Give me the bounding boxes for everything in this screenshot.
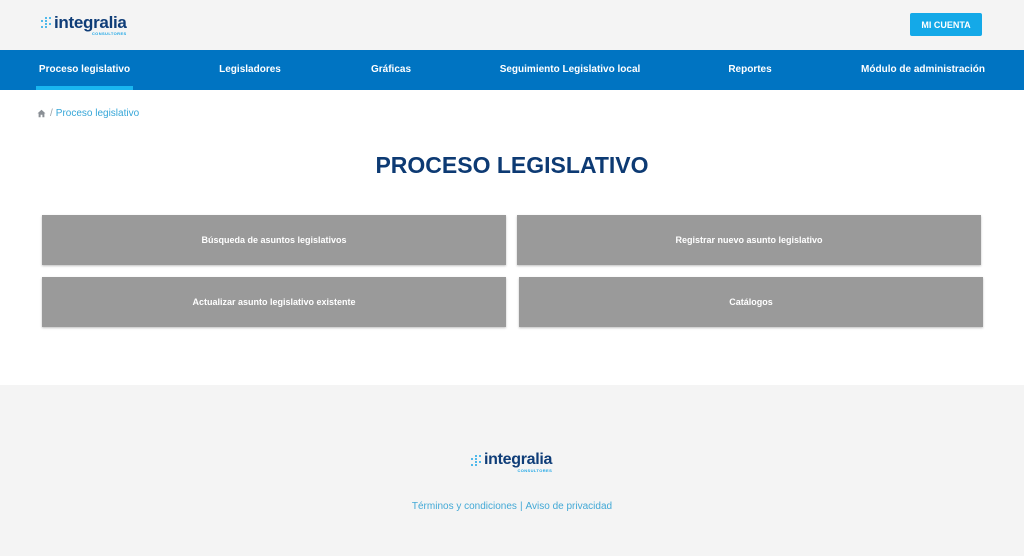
footer-logo-brand-text: integralia — [484, 451, 553, 468]
logo-brand-text: integralia — [54, 13, 127, 32]
breadcrumb-current[interactable]: Proceso legislativo — [56, 108, 139, 119]
breadcrumb-separator: / — [50, 108, 53, 119]
page-title: PROCESO LEGISLATIVO — [375, 152, 649, 178]
tile-busqueda-asuntos[interactable]: Búsqueda de asuntos legislativos — [42, 215, 506, 265]
top-bar: integralia CONSULTORES MI CUENTA — [0, 0, 1024, 50]
my-account-button[interactable]: MI CUENTA — [910, 13, 982, 36]
integralia-logo[interactable]: integralia CONSULTORES — [41, 14, 127, 36]
nav-item-reportes[interactable]: Reportes — [722, 50, 778, 90]
nav-item-modulo-administracion[interactable]: Módulo de administración — [858, 50, 988, 90]
privacy-link[interactable]: Aviso de privacidad — [526, 501, 613, 512]
footer-logo-tagline-text: CONSULTORES — [517, 468, 553, 473]
main-nav: Proceso legislativo Legisladores Gráfica… — [0, 50, 1024, 90]
nav-item-seguimiento-legislativo-local[interactable]: Seguimiento Legislativo local — [498, 50, 642, 90]
breadcrumb: / Proceso legislativo — [37, 108, 139, 119]
terms-link[interactable]: Términos y condiciones — [412, 501, 517, 512]
logo-tagline-text: CONSULTORES — [91, 31, 127, 36]
tile-actualizar-asunto[interactable]: Actualizar asunto legislativo existente — [42, 277, 506, 327]
nav-item-legisladores[interactable]: Legisladores — [212, 50, 288, 90]
footer-logo-dots-icon — [471, 455, 482, 466]
footer-integralia-logo[interactable]: integralia CONSULTORES — [471, 452, 552, 473]
footer: integralia CONSULTORES Términos y condic… — [0, 385, 1024, 556]
tile-registrar-asunto[interactable]: Registrar nuevo asunto legislativo — [517, 215, 981, 265]
footer-links: Términos y condiciones | Aviso de privacid… — [0, 501, 1024, 512]
nav-item-graficas[interactable]: Gráficas — [364, 50, 418, 90]
home-icon[interactable] — [37, 109, 46, 118]
footer-link-separator: | — [519, 501, 523, 512]
logo-dots-icon — [41, 17, 52, 28]
nav-item-proceso-legislativo[interactable]: Proceso legislativo — [36, 50, 133, 90]
tile-catalogos[interactable]: Catálogos — [519, 277, 983, 327]
